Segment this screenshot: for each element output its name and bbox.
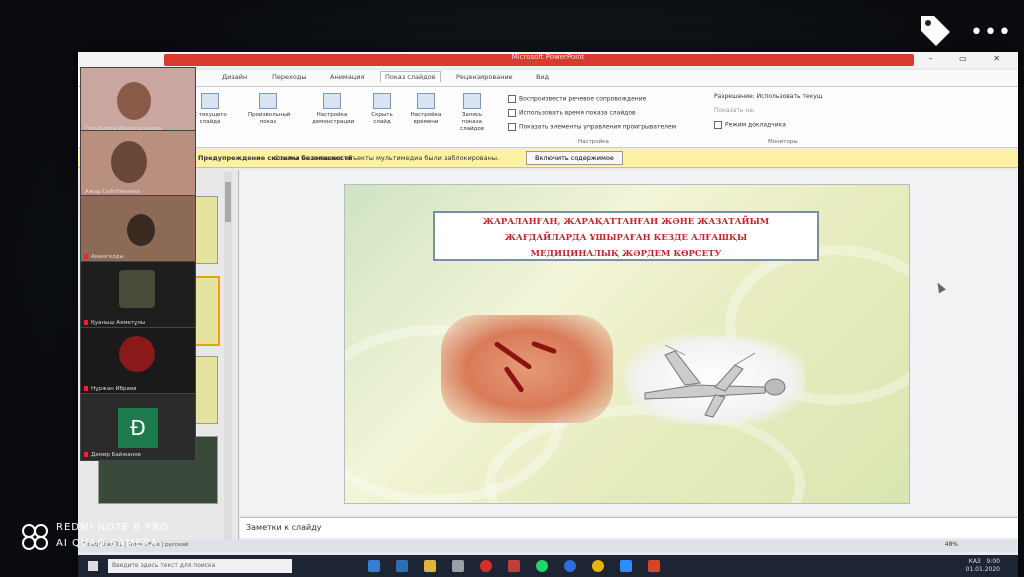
- media-controls-checkbox[interactable]: Показать элементы управления проигрывате…: [508, 123, 676, 131]
- record-show-button[interactable]: Запись показа слайдов: [452, 93, 492, 133]
- ribbon-tabs: Дизайн Переходы Анимация Показ слайдов Р…: [78, 70, 1018, 87]
- watermark-line-2: AI QUAD CAMERA: [56, 538, 159, 549]
- chrome-icon[interactable]: [592, 560, 604, 572]
- edge-icon[interactable]: [564, 560, 576, 572]
- taskbar-search-input[interactable]: Введите здесь текст для поиска: [108, 559, 292, 573]
- tab-animation[interactable]: Анимация: [330, 73, 364, 81]
- current-slide[interactable]: ЖАРАЛАНҒАН, ЖАРАҚАТТАНҒАН ЖӘНЕ ЖАЗАТАЙЫМ…: [344, 184, 910, 504]
- participant-tile[interactable]: Ажар Сейтбековна: [80, 130, 196, 198]
- from-current-slide-button[interactable]: С текущего слайда: [190, 93, 230, 126]
- slide-title-banner: ЖАРАЛАНҒАН, ЖАРАҚАТТАНҒАН ЖӘНЕ ЖАЗАТАЙЫМ…: [433, 211, 819, 261]
- tab-transitions[interactable]: Переходы: [272, 73, 306, 81]
- setup-show-button[interactable]: Настройка демонстрации: [312, 93, 354, 126]
- muted-mic-icon: [84, 452, 88, 457]
- group-label-setup: Настройка: [578, 139, 609, 145]
- clock-time: 9:00: [986, 558, 1000, 565]
- participant-name: Дамир Байжанов: [91, 452, 141, 458]
- wound-photo: [441, 315, 613, 423]
- system-tray[interactable]: КАЗ 9:00 01.01.2020: [966, 558, 1000, 574]
- tab-review[interactable]: Рецензирование: [456, 73, 513, 81]
- slide-title-line-1: ЖАРАЛАНҒАН, ЖАРАҚАТТАНҒАН ЖӘНЕ ЖАЗАТАЙЫМ: [482, 217, 770, 227]
- windows-start-icon[interactable]: [88, 561, 98, 571]
- window-title: Microsoft PowerPoint: [511, 53, 585, 61]
- monitor-screen: Microsoft PowerPoint – ▭ ✕ Дизайн Перехо…: [78, 52, 1018, 577]
- participant-name: Амангелды: [91, 254, 124, 260]
- app-icon[interactable]: [508, 560, 520, 572]
- hide-slide-button[interactable]: Скрыть слайд: [362, 93, 402, 126]
- slide-title-line-3: МЕДИЦИНАЛЫҚ ЖӘРДЕМ КӨРСЕТУ: [530, 249, 722, 259]
- group-label-monitors: Мониторы: [768, 139, 798, 145]
- custom-show-icon: [259, 93, 277, 109]
- rehearse-timings-button[interactable]: Настройка времени: [406, 93, 446, 126]
- participant-name: Нұржан Ибраев: [91, 386, 137, 392]
- file-explorer-icon[interactable]: [424, 560, 436, 572]
- tab-view[interactable]: Вид: [536, 73, 549, 81]
- ribbon: С текущего слайда Произвольный показ Нас…: [78, 87, 1018, 148]
- participant-face: [127, 214, 155, 246]
- powerpoint-icon[interactable]: [648, 560, 660, 572]
- zoom-icon[interactable]: [620, 560, 632, 572]
- tag-icon[interactable]: [918, 12, 952, 48]
- participant-tile[interactable]: Гульфайра Абылкасымова: [80, 67, 196, 135]
- timings-checkbox[interactable]: Использовать время показа слайдов: [508, 109, 636, 117]
- tab-design[interactable]: Дизайн: [222, 73, 247, 81]
- record-icon: [463, 93, 481, 109]
- participant-avatar: [119, 270, 155, 308]
- participant-face: [117, 82, 151, 120]
- tab-slideshow[interactable]: Показ слайдов: [380, 71, 441, 82]
- human-figure-icon: [644, 344, 786, 418]
- zoom-level[interactable]: 48%: [945, 541, 958, 548]
- store-icon[interactable]: [452, 560, 464, 572]
- slideshow-icon: [201, 93, 219, 109]
- slide-title-line-2: ЖАҒДАЙЛАРДА ҰШЫРАҒАН КЕЗДЕ АЛҒАШҚЫ: [504, 233, 748, 243]
- security-warning-bar: Предупреждение системы безопасности Ссыл…: [78, 149, 1018, 168]
- enable-content-button[interactable]: Включить содержимое: [526, 151, 623, 165]
- windows-taskbar: Введите здесь текст для поиска КАЗ 9:00 …: [78, 555, 1018, 577]
- muted-mic-icon: [84, 320, 88, 325]
- task-view-icon[interactable]: [368, 560, 380, 572]
- participant-name: Қуаныш Ахметұлы: [91, 320, 146, 326]
- participant-tile[interactable]: Нұржан Ибраев: [80, 327, 196, 395]
- opera-icon[interactable]: [480, 560, 492, 572]
- participant-avatar: [119, 336, 155, 372]
- resolution-select[interactable]: Разрешение: Использовать текущ: [714, 93, 822, 100]
- muted-mic-icon: [84, 254, 88, 259]
- camera-logo-icon: [22, 524, 48, 550]
- more-options-icon[interactable]: •••: [970, 20, 1012, 45]
- whatsapp-icon[interactable]: [536, 560, 548, 572]
- hide-slide-icon: [373, 93, 391, 109]
- participant-face: [111, 141, 147, 183]
- timing-icon: [417, 93, 435, 109]
- window-controls[interactable]: – ▭ ✕: [929, 54, 1012, 63]
- narration-checkbox[interactable]: Воспроизвести речевое сопровождение: [508, 95, 646, 103]
- watermark-line-1: REDMI NOTE 8 PRO: [56, 522, 170, 533]
- setup-icon: [323, 93, 341, 109]
- presenter-view-checkbox[interactable]: Режим докладчика: [714, 121, 786, 129]
- clock-date: 01.01.2020: [965, 566, 1000, 573]
- keyboard-language[interactable]: КАЗ: [969, 558, 981, 565]
- title-bar: Microsoft PowerPoint – ▭ ✕: [78, 52, 1018, 68]
- camera-watermark: REDMI NOTE 8 PRO AI QUAD CAMERA: [20, 520, 220, 556]
- muted-mic-icon: [84, 386, 88, 391]
- participant-tile[interactable]: Қуаныш Ахметұлы: [80, 261, 196, 329]
- participant-initial-avatar: Đ: [118, 408, 158, 448]
- notes-placeholder: Заметки к слайду: [246, 523, 322, 532]
- custom-show-button[interactable]: Произвольный показ: [248, 93, 290, 126]
- body-diagram-image: [625, 335, 805, 425]
- show-on-select[interactable]: Показать на:: [714, 107, 755, 114]
- mail-icon[interactable]: [396, 560, 408, 572]
- security-warning-message: Ссылки на внешние объекты мультимедиа бы…: [274, 154, 500, 162]
- thumbnails-scrollbar[interactable]: [224, 172, 232, 552]
- slide-notes-pane[interactable]: Заметки к слайду: [240, 517, 1018, 538]
- participant-tile[interactable]: Đ Дамир Байжанов: [80, 393, 196, 461]
- participant-tile[interactable]: Амангелды: [80, 195, 196, 263]
